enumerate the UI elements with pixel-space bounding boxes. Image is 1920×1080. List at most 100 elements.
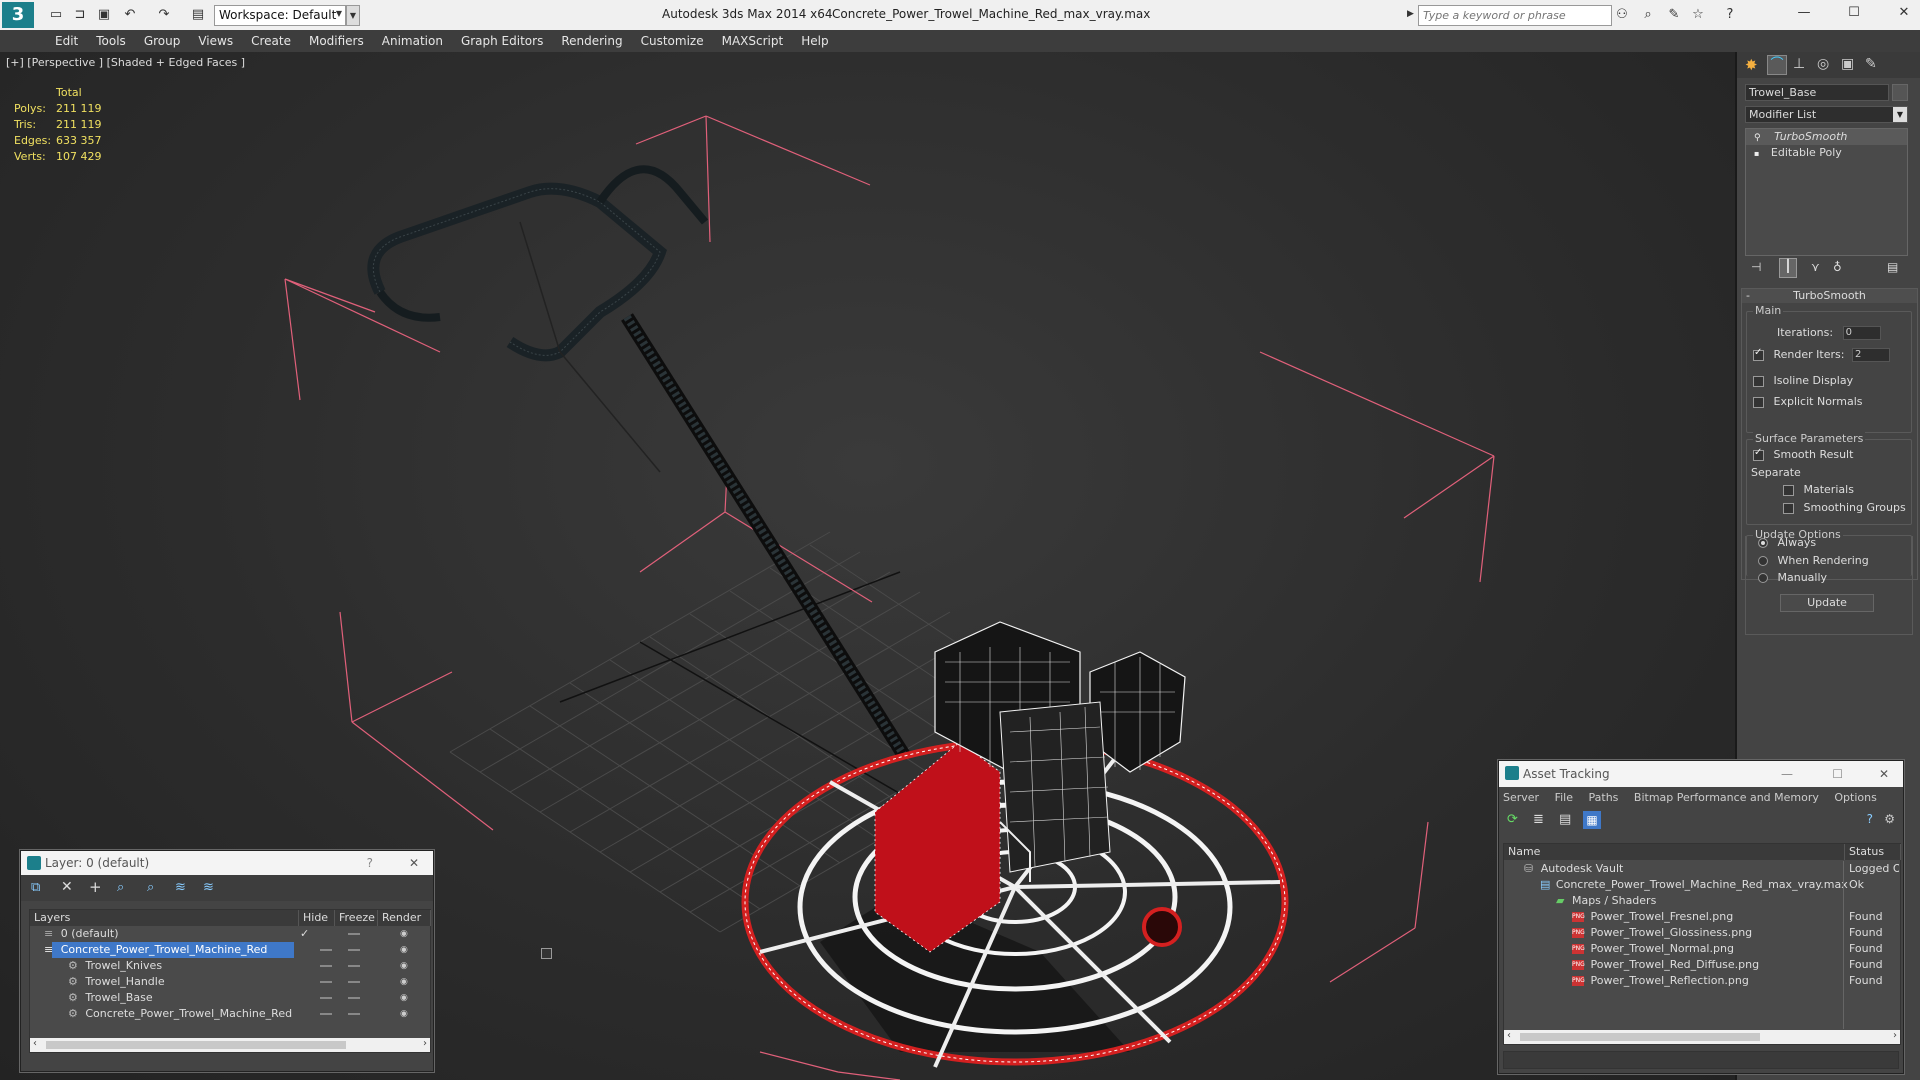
asset-row-maps[interactable]: ▰ Maps / Shaders: [1504, 893, 1900, 909]
search-box[interactable]: ▶: [1407, 5, 1612, 26]
redo-icon[interactable]: ↷: [156, 7, 172, 23]
hide-column-header[interactable]: Hide: [299, 910, 335, 926]
favorites-icon[interactable]: ☆: [1690, 7, 1706, 23]
maximize-icon[interactable]: ☐: [1832, 761, 1843, 787]
status-column-header[interactable]: Status: [1845, 844, 1901, 860]
menu-tools[interactable]: Tools: [87, 30, 135, 52]
help-icon[interactable]: ?: [367, 851, 373, 875]
freeze-all-icon[interactable]: ≋: [203, 880, 214, 895]
refresh-icon[interactable]: ⟳: [1507, 812, 1518, 827]
scroll-thumb[interactable]: [1520, 1033, 1760, 1041]
asset-menu-file[interactable]: File: [1555, 791, 1573, 804]
freeze-toggle[interactable]: [348, 933, 360, 935]
table-view-icon[interactable]: ▤: [1559, 812, 1571, 827]
freeze-toggle[interactable]: [348, 997, 360, 999]
select-in-layer-icon[interactable]: ⌕: [117, 880, 124, 895]
asset-menu-options[interactable]: Options: [1834, 791, 1876, 804]
manually-radio[interactable]: [1758, 573, 1768, 583]
layer-window-titlebar[interactable]: Layer: 0 (default) ? ✕: [21, 851, 433, 875]
menu-views[interactable]: Views: [189, 30, 242, 52]
save-icon[interactable]: ▣: [96, 7, 112, 23]
asset-row-texture[interactable]: PNG Power_Trowel_Fresnel.png Found: [1504, 909, 1900, 925]
asset-menu-server[interactable]: Server: [1503, 791, 1539, 804]
asset-row-vault[interactable]: ⛁ Autodesk Vault Logged O: [1504, 861, 1900, 877]
asset-row-texture[interactable]: PNG Power_Trowel_Red_Diffuse.png Found: [1504, 957, 1900, 973]
configure-sets-icon[interactable]: ▤: [1887, 260, 1898, 274]
list-view-icon[interactable]: ≣: [1533, 812, 1544, 827]
iterations-spinner[interactable]: 0: [1842, 326, 1881, 340]
pin-stack-icon[interactable]: ⊣: [1751, 260, 1761, 274]
explicit-normals-checkbox[interactable]: [1753, 396, 1764, 408]
menu-graph-editors[interactable]: Graph Editors: [452, 30, 552, 52]
object-name-field[interactable]: Trowel_Base: [1745, 84, 1889, 101]
scroll-right-icon[interactable]: ›: [1893, 1030, 1897, 1041]
hide-all-icon[interactable]: ≋: [175, 880, 186, 895]
render-toggle-icon[interactable]: ◉: [400, 958, 408, 974]
help-icon[interactable]: ?: [1867, 812, 1873, 826]
communication-icon[interactable]: ⌕: [1640, 7, 1656, 23]
layer-row-selected[interactable]: ≡ Concrete_Power_Trowel_Machine_Red ◉: [30, 942, 552, 959]
materials-checkbox[interactable]: [1783, 484, 1794, 496]
motion-tab-icon[interactable]: ◎: [1817, 56, 1829, 72]
menu-animation[interactable]: Animation: [373, 30, 452, 52]
close-icon[interactable]: ✕: [1896, 5, 1912, 21]
smoothing-groups-checkbox[interactable]: [1783, 502, 1794, 514]
hide-toggle[interactable]: [320, 1013, 332, 1015]
render-toggle-icon[interactable]: ◉: [400, 974, 408, 990]
asset-row-max-file[interactable]: ▤ Concrete_Power_Trowel_Machine_Red_max_…: [1504, 877, 1900, 893]
layers-column-header[interactable]: Layers: [30, 910, 299, 926]
rollout-header[interactable]: - TurboSmooth: [1742, 289, 1917, 303]
freeze-toggle[interactable]: [348, 965, 360, 967]
asset-row-texture[interactable]: PNG Power_Trowel_Glossiness.png Found: [1504, 925, 1900, 941]
close-icon[interactable]: ✕: [409, 851, 419, 875]
close-icon[interactable]: ✕: [1879, 761, 1889, 787]
when-rendering-radio[interactable]: [1758, 556, 1768, 566]
menu-rendering[interactable]: Rendering: [552, 30, 631, 52]
modifier-list-dropdown[interactable]: Modifier List ▼: [1745, 106, 1908, 123]
delete-layer-icon[interactable]: ✕: [61, 879, 73, 895]
settings-icon[interactable]: ⚙: [1884, 812, 1895, 826]
menu-modifiers[interactable]: Modifiers: [300, 30, 373, 52]
maximize-icon[interactable]: ☐: [1846, 5, 1862, 21]
scroll-left-icon[interactable]: ‹: [33, 1038, 37, 1049]
freeze-toggle[interactable]: [348, 949, 360, 951]
hide-toggle[interactable]: [320, 965, 332, 967]
remove-modifier-icon[interactable]: ♁: [1833, 260, 1842, 274]
hide-toggle[interactable]: [320, 981, 332, 983]
scroll-left-icon[interactable]: ‹: [1507, 1030, 1511, 1041]
layer-object-row[interactable]: ⚙ Trowel_Base ◉: [30, 990, 430, 1006]
layer-object-row[interactable]: ⚙ Concrete_Power_Trowel_Machine_Red ◉: [30, 1006, 430, 1022]
always-radio[interactable]: [1758, 538, 1768, 548]
create-tab-icon[interactable]: ✸: [1745, 56, 1758, 74]
menu-group[interactable]: Group: [135, 30, 190, 52]
make-unique-icon[interactable]: ⋎: [1811, 260, 1820, 274]
scroll-thumb[interactable]: [46, 1041, 346, 1049]
asset-window-titlebar[interactable]: Asset Tracking — ☐ ✕: [1499, 761, 1903, 787]
menu-help[interactable]: Help: [792, 30, 837, 52]
object-color-swatch[interactable]: [1892, 84, 1908, 101]
asset-row-texture[interactable]: PNG Power_Trowel_Reflection.png Found: [1504, 973, 1900, 989]
isoline-checkbox[interactable]: [1753, 375, 1764, 387]
menu-edit[interactable]: Edit: [46, 30, 87, 52]
minimize-icon[interactable]: —: [1796, 5, 1812, 21]
stack-item-turbosmooth[interactable]: ⚲ TurboSmooth: [1746, 129, 1907, 145]
horizontal-scrollbar[interactable]: ‹ ›: [30, 1038, 430, 1052]
binoculars-icon[interactable]: ⚇: [1614, 7, 1630, 23]
menu-customize[interactable]: Customize: [632, 30, 713, 52]
layer-explorer-icon[interactable]: ⧉: [31, 880, 40, 895]
name-column-header[interactable]: Name: [1504, 844, 1845, 860]
expand-icon[interactable]: ▪: [1754, 149, 1759, 158]
menu-create[interactable]: Create: [242, 30, 300, 52]
display-tab-icon[interactable]: ▣: [1841, 56, 1854, 72]
layer-object-row[interactable]: ⚙ Trowel_Handle ◉: [30, 974, 430, 990]
exchange-icon[interactable]: ✎: [1666, 7, 1682, 23]
active-layer-check-icon[interactable]: ✓: [300, 926, 309, 942]
render-iters-checkbox[interactable]: [1753, 347, 1764, 361]
search-input[interactable]: [1421, 7, 1607, 24]
asset-menu-paths[interactable]: Paths: [1589, 791, 1619, 804]
lightbulb-icon[interactable]: ⚲: [1754, 133, 1761, 143]
layer-row-default[interactable]: ≡ 0 (default) ✓ ◉: [30, 926, 430, 942]
smooth-result-checkbox[interactable]: [1753, 447, 1764, 461]
open-file-icon[interactable]: ⊐: [72, 7, 88, 23]
help-icon[interactable]: ?: [1722, 7, 1738, 23]
